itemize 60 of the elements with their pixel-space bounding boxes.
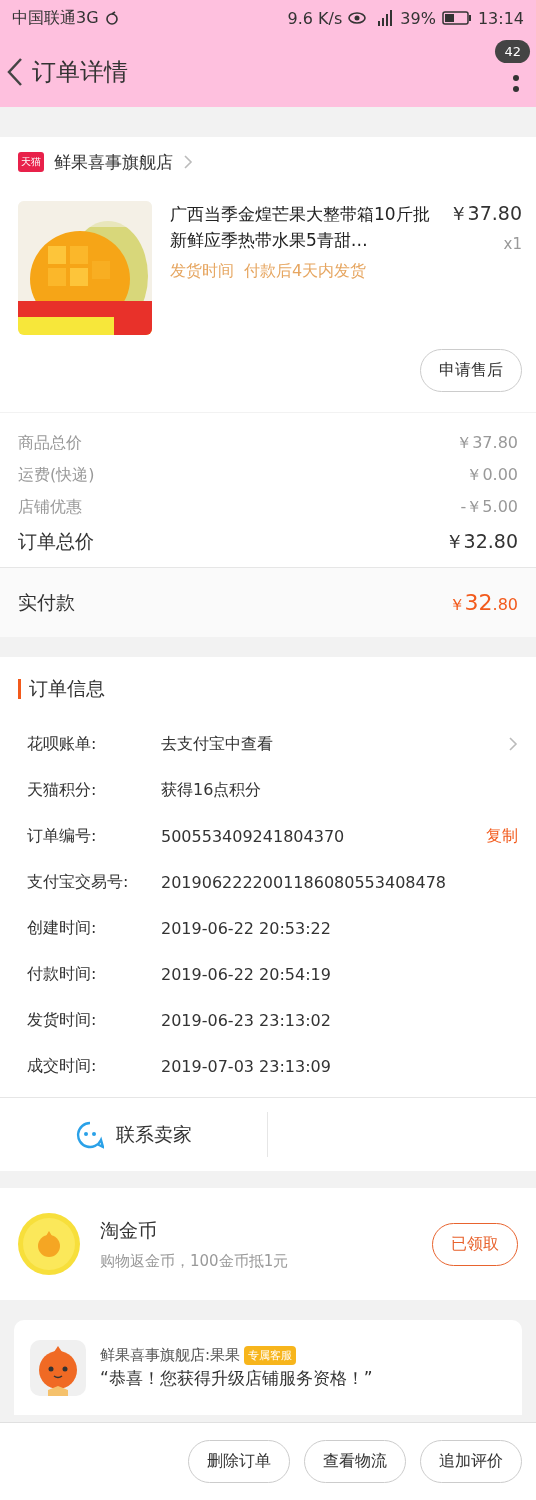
swirl-icon [104, 11, 119, 25]
eye-icon [348, 12, 367, 24]
section-title: 订单信息 [29, 676, 105, 701]
price-value: ￥32.80 [444, 529, 518, 554]
paid-label: 实付款 [18, 589, 75, 615]
info-label: 花呗账单: [27, 733, 98, 755]
info-value: 2019062222001186080553408478 [161, 872, 448, 892]
price-value: ￥0.00 [466, 464, 518, 486]
info-value: 2019-06-23 23:13:02 [161, 1010, 332, 1030]
product-quantity: x1 [503, 235, 522, 253]
info-value: 2019-06-22 20:53:22 [161, 918, 332, 938]
notification-badge: 42 [495, 40, 530, 63]
info-label: 成交时间: [27, 1055, 98, 1077]
coin-title: 淘金币 [100, 1217, 158, 1243]
info-label: 发货时间: [27, 1009, 98, 1031]
chevron-right-icon [183, 154, 193, 170]
price-value: -￥5.00 [460, 496, 518, 518]
price-label: 店铺优惠 [18, 496, 82, 518]
info-value: 2019-06-22 20:54:19 [161, 964, 332, 984]
claimed-button[interactable]: 已领取 [432, 1222, 518, 1266]
tmall-badge: 天猫 [18, 152, 44, 172]
mascot-avatar-icon [30, 1339, 86, 1396]
info-label: 支付宝交易号: [27, 871, 130, 893]
order-action-button[interactable]: 删除订单 [188, 1440, 290, 1483]
info-value: 2019-07-03 23:13:09 [161, 1056, 332, 1076]
contact-seller-button[interactable]: 联系卖家 [0, 1112, 268, 1157]
shipping-time: 付款后4天内发货 [244, 261, 367, 282]
carrier: 中国联通3G [12, 7, 99, 29]
network-speed: 9.6 K/s [287, 8, 343, 28]
product-price: ￥37.80 [448, 201, 522, 226]
shop-name[interactable]: 鲜果喜事旗舰店 [54, 150, 173, 174]
price-value: ￥37.80 [456, 432, 518, 454]
price-label: 商品总价 [18, 432, 82, 454]
info-label: 创建时间: [27, 917, 98, 939]
info-value: 500553409241804370 [161, 826, 346, 846]
price-label: 订单总价 [18, 529, 94, 554]
shipping-label: 发货时间 [170, 261, 234, 282]
product-title[interactable]: 广西当季金煌芒果大整带箱10斤批新鲜应季热带水果5青甜… [170, 201, 431, 253]
info-label: 订单编号: [27, 825, 98, 847]
chevron-right-icon [508, 736, 518, 752]
service-message: “恭喜！您获得升级店铺服务资格！” [100, 1366, 373, 1390]
battery-percent: 39% [400, 8, 436, 28]
sender-name: 鲜果喜事旗舰店:果果 [100, 1345, 241, 1365]
info-value: 获得16点积分 [161, 779, 263, 801]
service-tag: 专属客服 [244, 1345, 297, 1365]
paid-amount: ￥32.80 [448, 589, 518, 616]
after-sale-button[interactable]: 申请售后 [420, 349, 522, 392]
order-action-button[interactable]: 查看物流 [304, 1440, 406, 1483]
back-icon[interactable] [6, 56, 24, 87]
order-action-button[interactable]: 追加评价 [420, 1440, 522, 1483]
info-value[interactable]: 去支付宝中查看 [161, 733, 508, 755]
info-label: 天猫积分: [27, 779, 98, 801]
clock: 13:14 [477, 8, 524, 28]
price-label: 运费(快递) [18, 464, 95, 486]
info-label: 付款时间: [27, 963, 98, 985]
page-title: 订单详情 [32, 56, 128, 88]
battery-icon [441, 11, 472, 25]
chat-face-icon [75, 1120, 104, 1149]
coin-description: 购物返金币，100金币抵1元 [100, 1251, 290, 1271]
coin-icon [18, 1213, 80, 1275]
